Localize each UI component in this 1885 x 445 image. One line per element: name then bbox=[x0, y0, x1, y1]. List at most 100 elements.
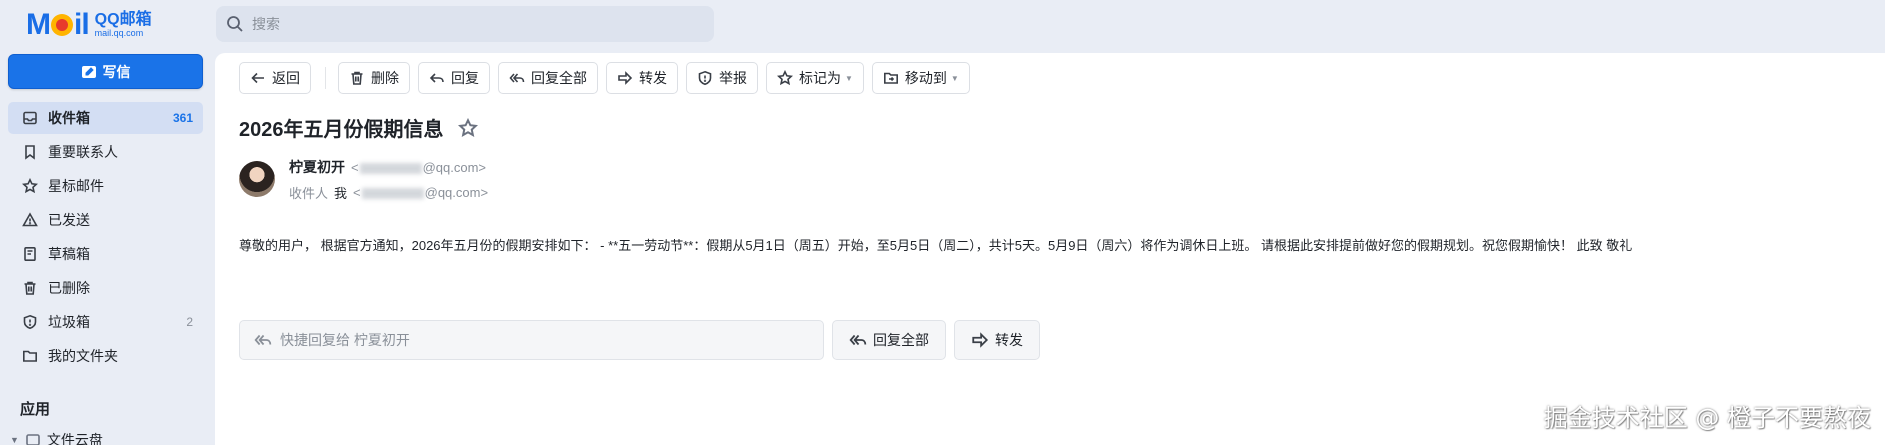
shield-alert-icon bbox=[698, 70, 712, 86]
report-label: 举报 bbox=[719, 70, 747, 86]
sidebar-item-deleted[interactable]: 已删除 bbox=[8, 272, 203, 304]
inbox-icon bbox=[23, 111, 37, 125]
send-icon bbox=[22, 212, 38, 227]
sidebar-item-drafts[interactable]: 草稿箱 bbox=[8, 238, 203, 270]
reply-all-button[interactable]: 回复全部 bbox=[498, 62, 598, 94]
star-icon bbox=[22, 178, 38, 194]
quick-reply-all-button[interactable]: 回复全部 bbox=[832, 320, 946, 360]
spam-count: 2 bbox=[186, 315, 193, 329]
sidebar-item-important-contacts[interactable]: 重要联系人 bbox=[8, 136, 203, 168]
email-subject-row: 2026年五月份假期信息 bbox=[239, 113, 478, 142]
sidebar-item-sent[interactable]: 已发送 bbox=[8, 204, 203, 236]
quick-reply-bar: 快捷回复给 柠夏初开 回复全部 转发 bbox=[239, 320, 1040, 360]
sidebar-item-spam[interactable]: 垃圾箱 2 bbox=[8, 306, 203, 338]
bookmark-icon bbox=[25, 145, 35, 160]
sidebar-item-my-folders[interactable]: 我的文件夹 bbox=[8, 340, 203, 372]
sidebar-item-label: 文件云盘 bbox=[46, 432, 103, 445]
reply-icon bbox=[429, 73, 444, 83]
move-to-dropdown[interactable]: 移动到 ▼ bbox=[871, 62, 970, 94]
sender-avatar[interactable] bbox=[239, 161, 275, 197]
reply-button[interactable]: 回复 bbox=[418, 62, 490, 94]
recipient-email: < @qq.com> bbox=[353, 185, 489, 200]
watermark: 掘金技术社区 @ 橙子不要熬夜 bbox=[1543, 404, 1871, 432]
email-body: 尊敬的用户， 根据官方通知，2026年五月份的假期安排如下： - **五一劳动节… bbox=[239, 238, 1633, 253]
forward-icon bbox=[618, 71, 633, 85]
sidebar-item-label: 收件箱 bbox=[48, 110, 90, 126]
sidebar-item-label: 我的文件夹 bbox=[48, 348, 118, 364]
to-row: 收件人 我 < @qq.com> bbox=[289, 183, 488, 202]
unread-count: 361 bbox=[172, 111, 193, 125]
quick-reply-input[interactable]: 快捷回复给 柠夏初开 bbox=[239, 320, 824, 360]
delete-button[interactable]: 删除 bbox=[338, 62, 410, 94]
trash-icon bbox=[24, 281, 36, 295]
redacted-address bbox=[359, 162, 422, 174]
sender-name[interactable]: 柠夏初开 bbox=[289, 157, 345, 177]
sender-email: < @qq.com> bbox=[351, 159, 487, 175]
star-toggle-icon[interactable] bbox=[457, 117, 478, 138]
quick-forward-label: 转发 bbox=[995, 332, 1023, 348]
sidebar-item-label: 垃圾箱 bbox=[48, 314, 90, 330]
folder-icon bbox=[23, 350, 37, 362]
reply-all-icon bbox=[509, 73, 525, 83]
qq-mail-logo[interactable]: Mil QQ邮箱 mail.qq.com bbox=[26, 8, 152, 42]
cloud-drive-icon bbox=[26, 434, 40, 445]
search-icon bbox=[227, 16, 243, 32]
chevron-down-icon: ▼ bbox=[845, 73, 853, 83]
sidebar: Mil QQ邮箱 mail.qq.com 写信 收件箱 361 重要联系人 星标… bbox=[0, 0, 215, 445]
logo-name: QQ邮箱 bbox=[94, 10, 152, 28]
forward-label: 转发 bbox=[639, 70, 667, 86]
forward-button[interactable]: 转发 bbox=[606, 62, 678, 94]
email-toolbar: 返回 删除 回复 回复全部 转发 举报 标记为 ▼ 移动到 ▼ bbox=[239, 62, 978, 94]
sidebar-item-label: 已删除 bbox=[48, 280, 90, 296]
star-icon bbox=[777, 70, 793, 86]
recipient-email-domain: @qq.com> bbox=[424, 185, 489, 200]
compose-button[interactable]: 写信 bbox=[8, 54, 203, 89]
quick-reply-placeholder: 快捷回复给 柠夏初开 bbox=[280, 332, 410, 348]
redacted-address bbox=[361, 188, 424, 200]
from-row: 柠夏初开 < @qq.com> bbox=[289, 157, 488, 177]
folder-move-icon bbox=[883, 72, 898, 84]
reply-all-label: 回复全部 bbox=[531, 70, 587, 86]
mark-as-label: 标记为 bbox=[799, 70, 841, 86]
forward-icon bbox=[972, 332, 989, 348]
quick-forward-button[interactable]: 转发 bbox=[954, 320, 1040, 360]
move-to-label: 移动到 bbox=[904, 70, 947, 86]
caret-down-icon[interactable]: ▼ bbox=[10, 435, 19, 445]
draft-icon bbox=[24, 246, 36, 261]
folder-nav: 收件箱 361 重要联系人 星标邮件 已发送 草稿箱 已删除 垃圾箱 2 我的文… bbox=[8, 102, 203, 374]
sender-info: 柠夏初开 < @qq.com> 收件人 我 < @qq.com> bbox=[289, 157, 488, 202]
mail-app: Mil QQ邮箱 mail.qq.com 写信 收件箱 361 重要联系人 星标… bbox=[0, 0, 1885, 445]
quick-reply-all-label: 回复全部 bbox=[873, 332, 929, 348]
recipient-name[interactable]: 我 bbox=[334, 183, 347, 202]
logo-text: QQ邮箱 mail.qq.com bbox=[94, 10, 152, 38]
reply-all-icon bbox=[254, 334, 272, 346]
toolbar-divider bbox=[325, 67, 326, 89]
email-subject: 2026年五月份假期信息 bbox=[239, 119, 444, 141]
mark-as-dropdown[interactable]: 标记为 ▼ bbox=[766, 62, 864, 94]
arrow-left-icon bbox=[251, 72, 264, 84]
email-reader: 返回 删除 回复 回复全部 转发 举报 标记为 ▼ 移动到 ▼ 2026年五月份… bbox=[215, 53, 1885, 445]
delete-label: 删除 bbox=[371, 70, 399, 86]
back-button[interactable]: 返回 bbox=[239, 62, 311, 94]
reply-label: 回复 bbox=[451, 70, 479, 86]
shield-icon bbox=[23, 314, 37, 330]
back-label: 返回 bbox=[272, 70, 300, 86]
search-bar[interactable] bbox=[216, 6, 714, 42]
compose-icon bbox=[81, 65, 96, 78]
sidebar-item-file-cloud[interactable]: ▼ 文件云盘 bbox=[10, 430, 103, 445]
sidebar-item-starred[interactable]: 星标邮件 bbox=[8, 170, 203, 202]
trash-icon bbox=[351, 71, 363, 85]
apps-section-title: 应用 bbox=[20, 401, 51, 418]
report-button[interactable]: 举报 bbox=[686, 62, 758, 94]
sidebar-item-label: 草稿箱 bbox=[48, 246, 90, 262]
logo-mark: Mil bbox=[26, 8, 90, 41]
sidebar-item-inbox[interactable]: 收件箱 361 bbox=[8, 102, 203, 134]
sidebar-item-label: 星标邮件 bbox=[48, 178, 104, 194]
compose-label: 写信 bbox=[102, 63, 131, 80]
logo-domain: mail.qq.com bbox=[94, 27, 144, 38]
reply-all-icon bbox=[849, 334, 867, 346]
sender-email-domain: @qq.com> bbox=[422, 159, 487, 175]
search-input[interactable] bbox=[252, 16, 692, 32]
sidebar-item-label: 已发送 bbox=[48, 212, 90, 228]
chevron-down-icon: ▼ bbox=[950, 73, 959, 83]
